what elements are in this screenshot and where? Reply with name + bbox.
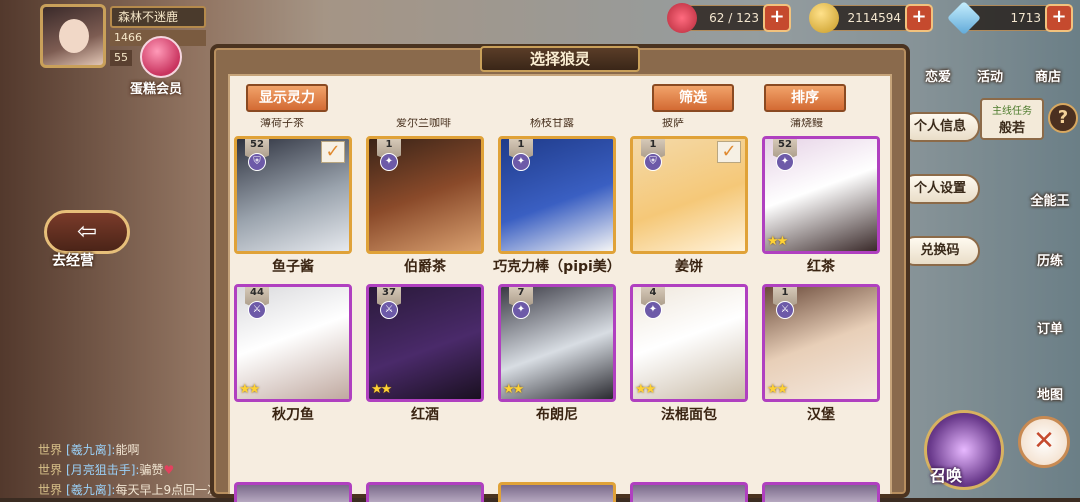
card-name: 红茶 (807, 259, 835, 275)
summon-label: 召唤 (930, 466, 963, 485)
add-coins-button[interactable]: + (905, 4, 933, 32)
partial-card[interactable] (762, 482, 880, 502)
world-chat[interactable]: 世界 [羲九离]:能啊 世界 [月亮狙击手]:骗赞♥ 世界 [羲九离]:每天早上9点回… (38, 440, 231, 500)
star-rating: ★★ (767, 382, 788, 397)
star-icon: ✦ (380, 153, 398, 171)
star-icon: ✦ (776, 153, 794, 171)
resource-hearts: 62 / 123 + (667, 3, 791, 33)
wolf-spirit-card[interactable]: 1 ⛨ ✓ (630, 136, 748, 254)
cake-vip-icon[interactable] (140, 36, 182, 78)
wolf-spirit-card[interactable]: 37 ⚔ ★★ (366, 284, 484, 402)
wolf-spirit-card[interactable]: 7 ✦ ★★ (498, 284, 616, 402)
all-round-button[interactable]: 全能王 (1020, 190, 1080, 234)
chat-line: 世界 [月亮狙击手]:骗赞♥ (38, 463, 175, 477)
coin-icon (809, 3, 839, 33)
filter-button[interactable]: 筛选 (652, 84, 734, 112)
star-icon: ✦ (512, 153, 530, 171)
wolf-spirit-card[interactable]: 1 ✦ (498, 136, 616, 254)
vip-label: 蛋糕会员 (130, 82, 183, 97)
card-name: 蒲烧鳗 (790, 118, 823, 129)
training-button[interactable]: 历练 (1020, 250, 1080, 294)
resource-gems: 1713 + (947, 1, 1073, 35)
card-name: 披萨 (662, 118, 684, 129)
add-gems-button[interactable]: + (1045, 4, 1073, 32)
main-quest-name: 般若 (998, 121, 1025, 136)
partial-card[interactable] (366, 482, 484, 502)
coins-value: 2114594 (847, 11, 901, 25)
card-name: 伯爵茶 (404, 259, 446, 275)
checkmark-icon: ✓ (321, 141, 345, 163)
wolf-spirit-card[interactable]: 52 ⛨ ✓ (234, 136, 352, 254)
player-level: 55 (110, 50, 132, 66)
main-quest-header: 主线任务 (992, 106, 1032, 117)
card-name: 秋刀鱼 (272, 407, 314, 423)
card-name: 法棍面包 (661, 407, 717, 423)
card-name: 布朗尼 (536, 407, 578, 423)
star-rating: ★★ (767, 234, 788, 249)
select-wolf-spirit-dialog: 选择狼灵 显示灵力 筛选 排序 薄荷子茶 爱尔兰咖啡 杨枝甘露 披萨 蒲烧鳗 5… (210, 44, 910, 502)
chat-line: 世界 [羲九离]:每天早上9点回一次， (38, 483, 232, 497)
romance-button[interactable]: 恋爱 (908, 66, 968, 110)
shield-icon: ⛨ (644, 153, 662, 171)
help-icon[interactable]: ? (1048, 103, 1078, 133)
sword-icon: ⚔ (380, 301, 398, 319)
card-name: 爱尔兰咖啡 (396, 118, 451, 129)
add-hearts-button[interactable]: + (763, 4, 791, 32)
go-manage-label: 去经营 (52, 253, 94, 269)
star-rating: ★★ (503, 382, 524, 397)
card-name: 红酒 (411, 407, 439, 423)
gems-value: 1713 (1010, 11, 1041, 25)
card-name: 汉堡 (807, 407, 835, 423)
sword-icon: ⚔ (776, 301, 794, 319)
hearts-value: 62 / 123 (709, 11, 759, 25)
settings-pill[interactable]: 个人设置 (900, 174, 980, 204)
star-icon: ✦ (512, 301, 530, 319)
card-name: 鱼子酱 (272, 259, 314, 275)
wolf-spirit-card[interactable]: 1 ✦ (366, 136, 484, 254)
sort-button[interactable]: 排序 (764, 84, 846, 112)
cooking-icon[interactable]: ✕ (1018, 416, 1070, 468)
previous-row-labels: 薄荷子茶 爱尔兰咖啡 杨枝甘露 披萨 蒲烧鳗 (230, 118, 890, 130)
wolf-spirit-card[interactable]: 44 ⚔ ★★ (234, 284, 352, 402)
orders-button[interactable]: 订单 (1020, 318, 1080, 362)
card-name: 杨枝甘露 (530, 118, 574, 129)
dialog-title: 选择狼灵 (480, 46, 640, 72)
go-manage-button[interactable]: ⇦ (44, 210, 130, 254)
profile-pill[interactable]: 个人信息 (900, 112, 980, 142)
star-rating: ★★ (635, 382, 656, 397)
resource-coins: 2114594 + (809, 3, 933, 33)
chat-line: 世界 [羲九离]:能啊 (38, 443, 140, 457)
main-quest-box[interactable]: 主线任务 般若 (980, 98, 1044, 140)
wolf-spirit-card[interactable]: 1 ⚔ ★★ (762, 284, 880, 402)
star-rating: ★★ (371, 382, 392, 397)
shield-icon: ⛨ (248, 153, 266, 171)
arrow-left-icon: ⇦ (76, 217, 98, 245)
card-name: 巧克力棒（pipi美） (493, 259, 621, 275)
partial-card[interactable] (630, 482, 748, 502)
heart-icon (667, 3, 697, 33)
redeem-code-pill[interactable]: 兑换码 (900, 236, 980, 266)
star-rating: ★★ (239, 382, 260, 397)
card-name: 薄荷子茶 (260, 118, 304, 129)
show-power-button[interactable]: 显示灵力 (246, 84, 328, 112)
heart-icon: ♥ (163, 463, 175, 477)
player-avatar[interactable] (40, 4, 106, 68)
checkmark-icon: ✓ (717, 141, 741, 163)
wolf-spirit-card[interactable]: 4 ✦ ★★ (630, 284, 748, 402)
sword-icon: ⚔ (248, 301, 266, 319)
partial-card[interactable] (498, 482, 616, 502)
star-icon: ✦ (644, 301, 662, 319)
wolf-spirit-card[interactable]: 52 ✦ ★★ (762, 136, 880, 254)
partial-card[interactable] (234, 482, 352, 502)
card-name: 姜饼 (675, 259, 703, 275)
player-name: 森林不迷鹿 (110, 6, 206, 28)
